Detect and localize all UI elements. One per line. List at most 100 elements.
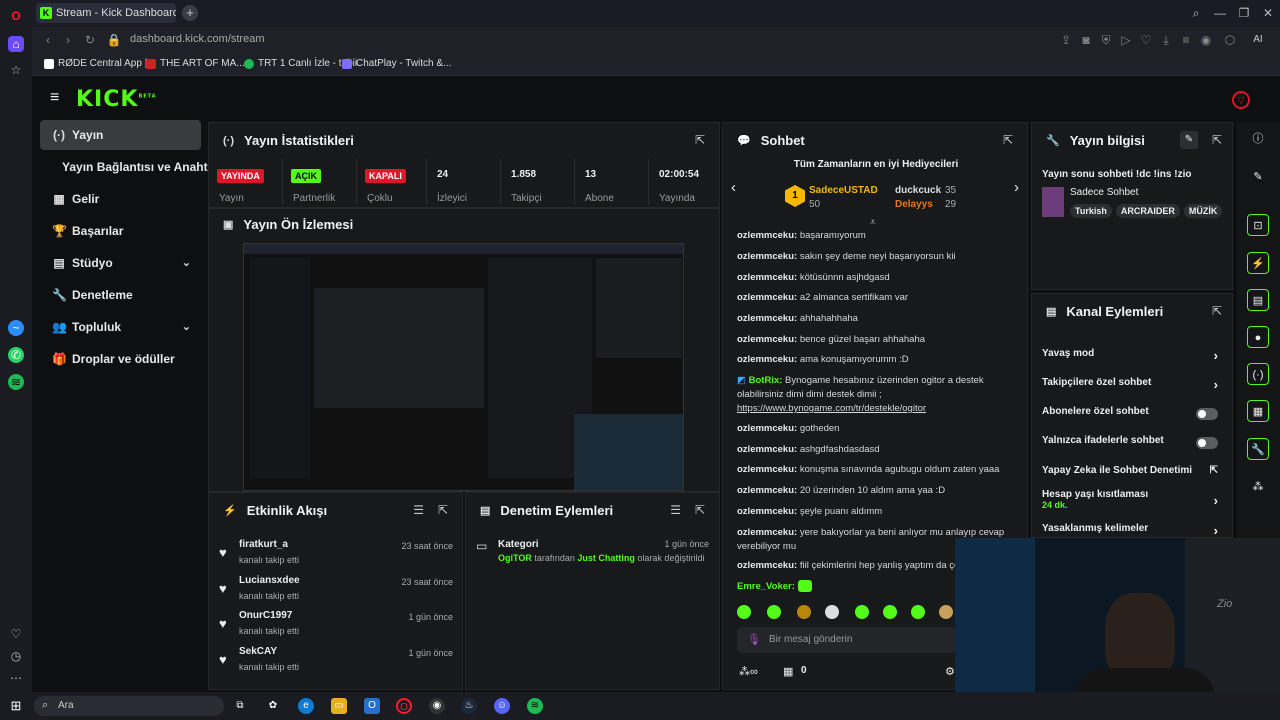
pencil-icon[interactable]: ✎ <box>1247 166 1269 188</box>
focus-icon[interactable]: ⊡ <box>1247 214 1269 236</box>
chat-user[interactable]: ozlemmceku: <box>737 560 797 571</box>
bookmark-rode[interactable]: RØDE Central App |... <box>44 58 156 69</box>
tab-kick-dashboard[interactable]: K Stream - Kick Dashboard <box>36 3 176 23</box>
nav-studyo[interactable]: ▤ Stüdyo ⌄ <box>40 248 201 278</box>
taskbar-search[interactable]: ⌕ Ara <box>34 696 224 716</box>
windows-start-icon[interactable]: ⊞ <box>8 698 24 714</box>
tag[interactable]: MÜZİK <box>1183 204 1223 218</box>
emote-icon[interactable] <box>883 605 897 619</box>
emote-icon[interactable] <box>737 605 751 619</box>
chat-bubble-icon[interactable]: ● <box>1247 326 1269 348</box>
nav-stream-key[interactable]: Yayın Bağlantısı ve Anahtarı <box>40 152 222 182</box>
spotify-icon[interactable]: ≋ <box>8 374 24 390</box>
chat-user[interactable]: BotRix: <box>749 375 783 386</box>
camera-icon[interactable]: ◙ <box>1078 32 1094 48</box>
nav-basarilar[interactable]: 🏆 Başarılar <box>40 216 201 246</box>
chat-user[interactable]: Emre_Voker: <box>737 581 795 592</box>
heart-icon[interactable]: ♡ <box>8 626 24 642</box>
explorer-icon[interactable]: ▭ <box>331 698 347 714</box>
chat-user[interactable]: ozlemmceku: <box>737 485 797 496</box>
next-arrow-icon[interactable]: › <box>1014 179 1019 196</box>
broadcast-icon[interactable]: (·) <box>1247 363 1269 385</box>
nav-denetleme[interactable]: 🔧 Denetleme <box>40 280 201 310</box>
chat-user[interactable]: ozlemmceku: <box>737 506 797 517</box>
info-icon[interactable]: ⓘ <box>1247 128 1269 150</box>
nav-topluluk[interactable]: 👥 Topluluk ⌄ <box>40 312 201 342</box>
download-icon[interactable]: ⤓ <box>1158 32 1174 48</box>
star-icon[interactable]: ☆ <box>8 62 24 78</box>
channel-points-icon[interactable]: ⁂∞ <box>739 665 758 678</box>
followers-only-row[interactable]: Takipçilere özel sohbet › <box>1042 377 1218 397</box>
new-tab-button[interactable]: + <box>182 5 198 21</box>
emote-icon[interactable] <box>797 605 811 619</box>
bookmark-trt[interactable]: TRT 1 Canlı İzle - tabii <box>244 58 357 69</box>
play-icon[interactable]: ▷ <box>1118 32 1134 48</box>
server-icon[interactable]: ▦ <box>1247 400 1269 422</box>
chat-user[interactable]: ozlemmceku: <box>737 272 797 283</box>
popout-icon[interactable]: ⇱ <box>1212 304 1222 318</box>
chat-user[interactable]: ozlemmceku: <box>737 230 797 241</box>
emote-icon[interactable] <box>911 605 925 619</box>
restore-icon[interactable]: ❐ <box>1236 4 1252 22</box>
obs-icon[interactable]: ◉ <box>429 698 445 714</box>
emote-icon[interactable] <box>767 605 781 619</box>
popout-icon[interactable]: ⇱ <box>695 503 705 517</box>
bookmark-chatplay[interactable]: ChatPlay - Twitch &... <box>342 58 451 69</box>
subs-only-toggle[interactable] <box>1196 408 1218 420</box>
popout-icon[interactable]: ⇱ <box>695 133 705 147</box>
wrench-icon[interactable]: 🔧 <box>1247 438 1269 460</box>
filter-icon[interactable]: ☰ <box>670 503 681 517</box>
shield-icon[interactable]: ⛨ <box>1098 32 1114 48</box>
account-age-row[interactable]: Hesap yaşı kısıtlaması 24 dk. › <box>1042 489 1218 515</box>
collapse-icon[interactable]: ⩡ <box>870 217 876 228</box>
chat-user[interactable]: ozlemmceku: <box>737 444 797 455</box>
edge-icon[interactable]: e <box>298 698 314 714</box>
emote-only-toggle[interactable] <box>1196 437 1218 449</box>
chat-user[interactable]: ozlemmceku: <box>737 527 797 538</box>
home-icon[interactable]: ⌂ <box>8 36 24 52</box>
emote-icon[interactable] <box>939 605 953 619</box>
extensions-icon[interactable]: ⬡ <box>1222 32 1238 48</box>
emote-icon[interactable] <box>825 605 839 619</box>
chat-user[interactable]: ozlemmceku: <box>737 292 797 303</box>
prev-arrow-icon[interactable]: ‹ <box>731 179 736 196</box>
stream-preview-video[interactable] <box>243 243 684 491</box>
opera-logo-icon[interactable]: O <box>8 8 24 24</box>
profile-icon[interactable]: ◉ <box>1198 32 1214 48</box>
outlook-icon[interactable]: O <box>364 698 380 714</box>
url-input[interactable]: dashboard.kick.com/stream <box>130 33 265 45</box>
kick-logo[interactable]: KICKBETA <box>76 87 157 112</box>
task-view-icon[interactable]: ⧉ <box>232 698 248 714</box>
tag[interactable]: ARCRAIDER <box>1115 204 1180 218</box>
hamburger-icon[interactable]: ≡ <box>50 89 59 107</box>
menu-lines-icon[interactable]: ≡ <box>1178 32 1194 48</box>
chatgpt-icon[interactable]: ✿ <box>265 698 281 714</box>
opera-taskbar-icon[interactable]: O <box>396 698 412 714</box>
popout-icon[interactable]: ⇱ <box>1003 133 1013 147</box>
more-icon[interactable]: ⋯ <box>8 670 24 686</box>
back-icon[interactable]: ‹ <box>40 32 56 48</box>
forward-icon[interactable]: › <box>60 32 76 48</box>
slow-mode-row[interactable]: Yavaş mod › <box>1042 348 1218 368</box>
search-tabs-icon[interactable]: ⌕ <box>1188 4 1204 22</box>
nav-gelir[interactable]: ▦ Gelir <box>40 184 201 214</box>
discord-icon[interactable]: ☺ <box>494 698 510 714</box>
chat-user[interactable]: ozlemmceku: <box>737 313 797 324</box>
whatsapp-icon[interactable]: ✆ <box>8 347 24 363</box>
minimize-icon[interactable]: — <box>1212 4 1228 22</box>
nav-yayin[interactable]: (·) Yayın <box>40 120 201 150</box>
history-icon[interactable]: ◷ <box>8 648 24 664</box>
popout-icon[interactable]: ⇱ <box>1212 133 1222 147</box>
emote-icon[interactable] <box>855 605 869 619</box>
bookmark-art[interactable]: THE ART OF MA... <box>146 58 245 69</box>
chat-user[interactable]: ozlemmceku: <box>737 334 797 345</box>
spotify-taskbar-icon[interactable]: ≋ <box>527 698 543 714</box>
chat-user[interactable]: ozlemmceku: <box>737 251 797 262</box>
ai-button[interactable]: AI <box>1244 32 1272 48</box>
clipboard-icon[interactable]: ▤ <box>1247 289 1269 311</box>
bot-link[interactable]: https://www.bynogame.com/tr/destekle/ogi… <box>737 403 926 414</box>
steam-icon[interactable]: ♨ <box>461 698 477 714</box>
tag[interactable]: Turkish <box>1070 204 1112 218</box>
share-icon[interactable]: ⇪ <box>1058 32 1074 48</box>
share-nodes-icon[interactable]: ⁂ <box>1247 476 1269 498</box>
